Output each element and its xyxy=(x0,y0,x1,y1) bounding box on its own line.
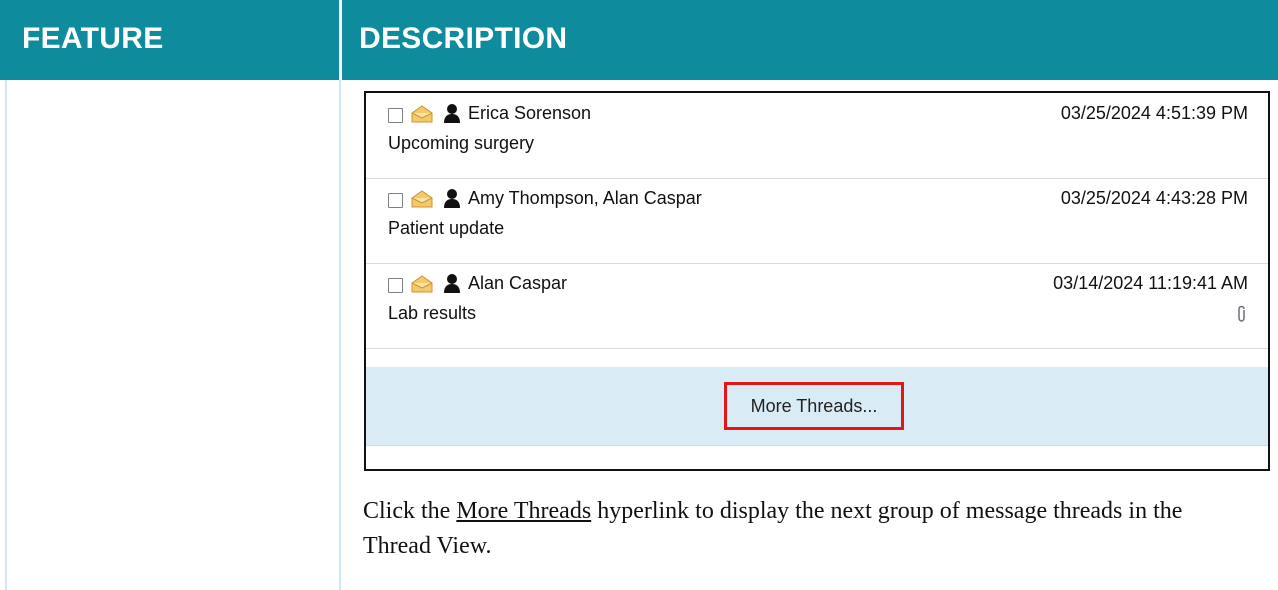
header-description: DESCRIPTION xyxy=(359,22,568,55)
thread-sender: Amy Thompson, Alan Caspar xyxy=(468,188,702,208)
person-icon xyxy=(444,104,460,123)
header-divider xyxy=(339,0,342,80)
more-threads-bar: More Threads... xyxy=(366,367,1268,446)
more-threads-reference: More Threads xyxy=(456,498,592,524)
open-envelope-icon xyxy=(411,105,433,123)
thread-row[interactable]: Amy Thompson, Alan Caspar Patient update… xyxy=(366,178,1268,264)
header-feature: FEATURE xyxy=(22,22,164,55)
checkbox-icon[interactable] xyxy=(388,278,403,293)
thread-date: 03/25/2024 4:51:39 PM xyxy=(1060,103,1248,123)
thread-subject: Patient update xyxy=(388,218,505,238)
description-prefix: Click the xyxy=(363,498,457,524)
checkbox-icon[interactable] xyxy=(388,193,403,208)
table-left-border xyxy=(5,80,7,590)
thread-sender: Alan Caspar xyxy=(468,273,568,293)
person-icon xyxy=(444,189,460,208)
thread-subject: Lab results xyxy=(388,303,477,323)
person-icon xyxy=(444,274,460,293)
table-header: FEATURE DESCRIPTION xyxy=(0,0,1278,80)
open-envelope-icon xyxy=(411,190,433,208)
description-text: Click the More Threads hyperlink to disp… xyxy=(363,494,1243,564)
open-envelope-icon xyxy=(411,275,433,293)
table-column-divider xyxy=(339,80,341,590)
thread-row[interactable]: Alan Caspar Lab results 03/14/2024 11:19… xyxy=(366,263,1268,349)
paperclip-icon xyxy=(1238,305,1245,322)
more-threads-link[interactable]: More Threads... xyxy=(724,382,904,430)
thread-date: 03/14/2024 11:19:41 AM xyxy=(1053,273,1248,293)
thread-sender: Erica Sorenson xyxy=(468,103,592,123)
thread-subject: Upcoming surgery xyxy=(388,133,535,153)
checkbox-icon[interactable] xyxy=(388,108,403,123)
thread-view-screenshot: Erica Sorenson Upcoming surgery 03/25/20… xyxy=(364,91,1270,471)
thread-date: 03/25/2024 4:43:28 PM xyxy=(1060,188,1248,208)
thread-row[interactable]: Erica Sorenson Upcoming surgery 03/25/20… xyxy=(366,93,1268,179)
